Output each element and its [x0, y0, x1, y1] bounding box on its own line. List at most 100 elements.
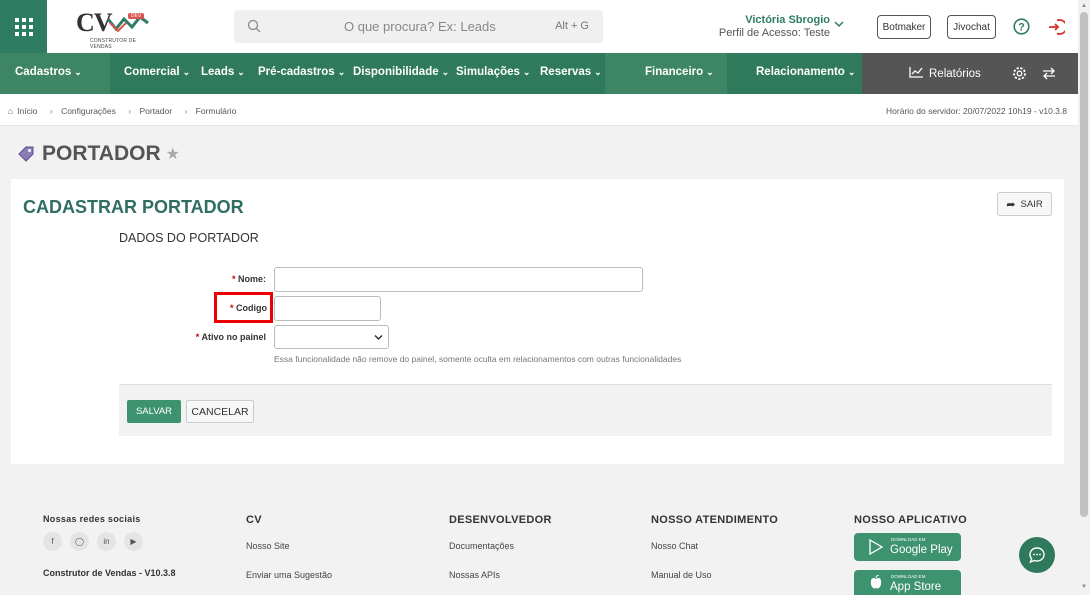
search-shortcut: Alt + G	[555, 20, 589, 32]
footer-support-col: NOSSO ATENDIMENTO	[651, 514, 778, 526]
form-card: CADASTRAR PORTADOR ➦ SAIR DADOS DO PORTAD…	[11, 179, 1064, 464]
apps-menu-button[interactable]	[0, 0, 47, 53]
facebook-icon[interactable]: f	[43, 532, 62, 551]
nav-label: Reservas	[540, 66, 592, 78]
footer-social-col: Nossas redes sociais	[43, 514, 141, 524]
app-store-label: App Store	[890, 581, 942, 593]
vertical-scrollbar[interactable]: ▲ ▼	[1078, 0, 1090, 595]
form-actions: SALVAR CANCELAR	[119, 384, 1052, 436]
highlight-box	[214, 292, 273, 323]
chevron-down-icon: ⌄	[594, 67, 602, 77]
google-play-icon	[869, 539, 884, 555]
swap-icon[interactable]	[1042, 67, 1056, 80]
botmaker-button[interactable]: Botmaker	[877, 15, 931, 39]
instagram-icon[interactable]: ◯	[70, 532, 89, 551]
breadcrumb-item-configuracoes[interactable]: Configurações	[61, 106, 116, 116]
chevron-down-icon[interactable]	[834, 20, 844, 28]
nome-input[interactable]	[274, 267, 643, 292]
scroll-up-icon[interactable]: ▲	[1081, 3, 1087, 9]
breadcrumb-bar: ⌂ Início › Configurações › Portador › For…	[0, 94, 1078, 126]
nav-cadastros[interactable]: Cadastros ⌄	[15, 66, 82, 78]
user-menu[interactable]: Victória Sbrogio Perfil de Acesso: Teste	[690, 14, 830, 39]
field-hint: Essa funcionalidade não remove do painel…	[274, 354, 682, 364]
chat-fab-button[interactable]	[1019, 537, 1055, 573]
footer-app-col: NOSSO APLICATIVO	[854, 514, 967, 526]
codigo-input[interactable]	[274, 296, 381, 321]
cancel-button[interactable]: CANCELAR	[186, 400, 254, 423]
google-play-button[interactable]: DOWNLOAD EM Google Play	[854, 533, 961, 561]
exit-label: SAIR	[1020, 198, 1043, 210]
logo-subtitle: CONSTRUTOR DE VENDAS	[90, 38, 137, 50]
form-title: CADASTRAR PORTADOR	[23, 197, 244, 217]
nav-label: Financeiro	[645, 66, 704, 78]
logout-icon[interactable]	[1047, 18, 1065, 36]
chevron-down-icon: ⌄	[847, 67, 856, 77]
link-nosso-chat[interactable]: Nosso Chat	[651, 541, 698, 551]
app-store-button[interactable]: DOWNLOAD EM App Store	[854, 570, 961, 595]
nav-label: Leads	[201, 66, 235, 78]
link-nossas-apis[interactable]: Nossas APIs	[449, 570, 500, 580]
youtube-icon[interactable]: ▶	[124, 532, 143, 551]
exit-button[interactable]: ➦ SAIR	[997, 192, 1052, 216]
cv-logo[interactable]: CV DEV CONSTRUTOR DE VENDAS	[76, 8, 156, 50]
jivochat-button[interactable]: Jivochat	[947, 15, 996, 39]
nav-reservas[interactable]: Reservas ⌄	[540, 66, 602, 78]
google-play-label: Google Play	[890, 544, 953, 556]
nome-label-text: Nome:	[237, 274, 266, 284]
nav-label: Cadastros	[15, 66, 72, 78]
breadcrumb: ⌂ Início › Configurações › Portador › For…	[8, 106, 240, 116]
link-enviar-sugestao[interactable]: Enviar uma Sugestão	[246, 570, 332, 580]
chevron-down-icon: ⌄	[74, 67, 82, 77]
nav-relatorios[interactable]: Relatórios	[909, 66, 981, 80]
nav-label: Relacionamento	[756, 66, 845, 78]
nav-comercial[interactable]: Comercial ⌄	[124, 66, 190, 78]
user-profile: Perfil de Acesso: Teste	[718, 27, 830, 39]
global-search[interactable]: O que procura? Ex: Leads Alt + G	[234, 10, 603, 43]
chevron-down-icon: ⌄	[237, 67, 245, 77]
chevron-down-icon: ⌄	[706, 67, 714, 77]
nav-disponibilidade[interactable]: Disponibilidade ⌄	[353, 66, 449, 78]
ativo-select[interactable]	[274, 325, 389, 349]
share-arrow-icon: ➦	[1006, 198, 1016, 211]
nav-relacionamento[interactable]: Relacionamento ⌄	[756, 66, 855, 78]
nav-pre-cadastros[interactable]: Pré-cadastros ⌄	[258, 66, 345, 78]
required-mark: *	[195, 332, 200, 342]
save-button[interactable]: SALVAR	[127, 400, 181, 423]
footer: Nossas redes sociais f ◯ in ▶ Construtor…	[0, 500, 1078, 595]
chat-bubble-icon	[1029, 547, 1045, 564]
app-title: NOSSO APLICATIVO	[854, 514, 967, 526]
nav-label: Pré-cadastros	[258, 66, 335, 78]
cv-title: CV	[246, 514, 262, 526]
google-play-small: DOWNLOAD EM	[891, 537, 926, 542]
breadcrumb-item-portador[interactable]: Portador	[139, 106, 172, 116]
ativo-label: * Ativo no painel	[116, 332, 266, 342]
breadcrumb-item-inicio[interactable]: Início	[17, 106, 37, 116]
breadcrumb-separator: ›	[49, 106, 53, 116]
nav-leads[interactable]: Leads ⌄	[201, 66, 245, 78]
nav-financeiro[interactable]: Financeiro ⌄	[645, 66, 714, 78]
top-header: CV DEV CONSTRUTOR DE VENDAS O que procur…	[0, 0, 1078, 53]
scroll-thumb[interactable]	[1080, 12, 1088, 517]
nav-label: Simulações	[456, 66, 520, 78]
help-icon[interactable]: ?	[1013, 18, 1030, 35]
apple-icon	[870, 575, 882, 589]
footer-cv-col: CV	[246, 514, 262, 526]
nome-label: * Nome:	[116, 274, 266, 284]
home-icon: ⌂	[8, 106, 14, 116]
breadcrumb-separator: ›	[184, 106, 188, 116]
star-icon[interactable]: ★	[166, 144, 180, 164]
nav-simulacoes[interactable]: Simulações ⌄	[456, 66, 530, 78]
logo-dev-badge: DEV	[128, 13, 145, 19]
scroll-down-icon[interactable]: ▼	[1081, 584, 1087, 590]
svg-text:?: ?	[1018, 22, 1025, 34]
chevron-down-icon	[374, 334, 383, 341]
link-nosso-site[interactable]: Nosso Site	[246, 541, 290, 551]
link-manual-uso[interactable]: Manual de Uso	[651, 570, 712, 580]
link-documentacoes[interactable]: Documentações	[449, 541, 514, 551]
social-title: Nossas redes sociais	[43, 514, 141, 524]
nav-label: Relatórios	[929, 68, 981, 80]
dev-title: DESENVOLVEDOR	[449, 514, 552, 526]
linkedin-icon[interactable]: in	[97, 532, 116, 551]
app-store-small: DOWNLOAD EM	[891, 574, 926, 579]
gear-icon[interactable]	[1012, 66, 1027, 81]
